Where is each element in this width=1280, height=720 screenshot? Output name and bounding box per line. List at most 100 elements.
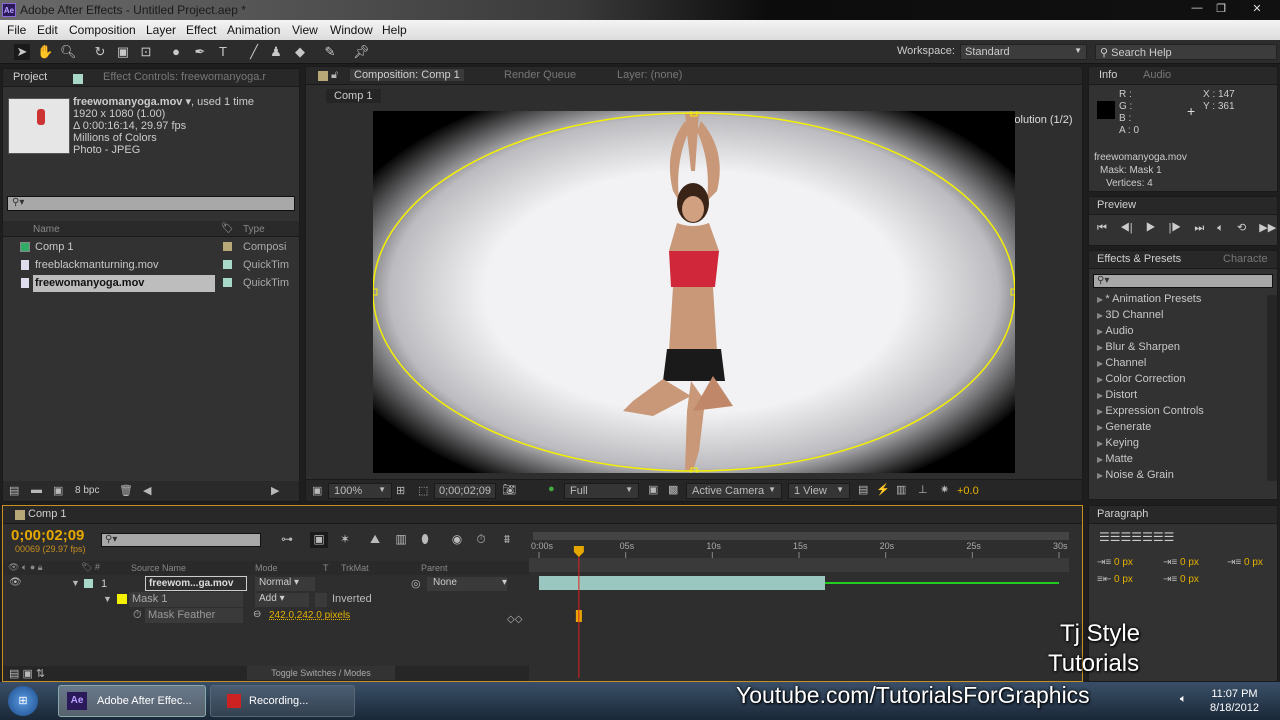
- puppet-pin-tool-icon[interactable]: 📌︎: [353, 44, 370, 60]
- timeline-search-input[interactable]: ⚲▾: [101, 533, 261, 547]
- start-button[interactable]: ⊞: [8, 686, 38, 716]
- effects-category[interactable]: Distort: [1097, 389, 1137, 401]
- always-preview-icon[interactable]: ▣: [312, 484, 322, 497]
- effects-category[interactable]: Expression Controls: [1097, 405, 1203, 417]
- tab-preview[interactable]: Preview: [1097, 199, 1136, 211]
- draft-3d-icon[interactable]: ▣: [310, 532, 328, 548]
- motion-blur-icon[interactable]: ▥: [392, 532, 410, 548]
- menu-animation[interactable]: Animation: [227, 23, 280, 37]
- timeline-graph[interactable]: 0:00s 05s 10s 15s 20s 25s 30s: [529, 528, 1077, 678]
- tab-project[interactable]: Project: [13, 71, 47, 83]
- selection-tool-icon[interactable]: ➤: [14, 44, 30, 60]
- interpret-footage-icon[interactable]: ▤: [9, 484, 19, 497]
- first-frame-icon[interactable]: ⏮: [1097, 222, 1107, 234]
- transparency-grid-icon[interactable]: ▩: [668, 483, 678, 496]
- effects-category[interactable]: * Animation Presets: [1097, 293, 1201, 305]
- magnification-dropdown[interactable]: 100% ▼: [328, 483, 392, 499]
- play-icon[interactable]: ▶: [1146, 222, 1156, 234]
- loop-icon[interactable]: ⟲: [1237, 222, 1246, 234]
- project-item-selected[interactable]: freewomanyoga.mov QuickTim: [3, 275, 299, 293]
- maximize-button[interactable]: ❐: [1210, 2, 1232, 16]
- taskbar-recording[interactable]: Recording...: [210, 685, 355, 717]
- tab-paragraph[interactable]: Paragraph: [1097, 508, 1148, 520]
- stopwatch-icon[interactable]: ⏱︎: [133, 609, 142, 622]
- clock-date[interactable]: 8/18/2012: [1210, 701, 1259, 715]
- align-right-icon[interactable]: ☰: [1121, 530, 1132, 544]
- layer-row[interactable]: 👁︎ ▼ 1 freewom...ga.mov Normal ▾ ◎ None …: [3, 576, 529, 592]
- column-name[interactable]: Name: [33, 224, 60, 235]
- keyframe-navigator-icon[interactable]: ◇◇: [507, 614, 522, 625]
- effects-category[interactable]: Generate: [1097, 421, 1151, 433]
- current-time-field[interactable]: 0;00;02;09: [434, 483, 496, 499]
- indent-first-line-value[interactable]: 0 px: [1180, 557, 1199, 568]
- toggle-switches-modes-button[interactable]: Toggle Switches / Modes: [247, 666, 395, 680]
- comp-viewer[interactable]: [373, 111, 1015, 473]
- volume-icon[interactable]: 🔈︎: [1180, 693, 1187, 706]
- brainstorm-icon[interactable]: ⬮: [416, 532, 434, 548]
- column-type[interactable]: Type: [243, 224, 265, 235]
- lock-icon[interactable]: 🔓︎: [331, 69, 338, 82]
- previous-frame-icon[interactable]: ◀|: [1120, 222, 1133, 234]
- view-layout-dropdown[interactable]: 1 View ▼: [788, 483, 850, 499]
- mask-name[interactable]: Mask 1: [129, 592, 243, 607]
- resolution-dropdown[interactable]: Full ▼: [564, 483, 639, 499]
- timeline-timecode[interactable]: 0;00;02;09: [11, 527, 84, 544]
- tab-effect-controls[interactable]: Effect Controls: freewomanyoga.r: [103, 71, 266, 83]
- project-item[interactable]: freeblackmanturning.mov QuickTim: [3, 257, 299, 275]
- frame-blending-icon[interactable]: ⛰: [366, 532, 384, 548]
- indent-right-value[interactable]: 0 px: [1244, 557, 1263, 568]
- scroll-right-icon[interactable]: ▶: [271, 484, 279, 497]
- parent-dropdown[interactable]: None ▾: [427, 577, 507, 591]
- minimize-button[interactable]: —: [1186, 2, 1208, 16]
- hand-tool-icon[interactable]: ✋: [37, 44, 53, 60]
- bit-depth-button[interactable]: 8 bpc: [75, 485, 99, 496]
- mask-mode-dropdown[interactable]: Add ▾: [255, 593, 309, 607]
- scrollbar[interactable]: [1267, 295, 1277, 481]
- mask-feather-row[interactable]: ⏱︎ Mask Feather ⊖ 242.0,242.0 pixels ◇◇: [3, 608, 529, 625]
- inverted-checkbox[interactable]: [315, 593, 327, 607]
- column-parent[interactable]: Parent: [421, 563, 448, 573]
- comp-breadcrumb[interactable]: Comp 1: [326, 89, 381, 103]
- auto-keyframe-icon[interactable]: ◉: [448, 532, 466, 548]
- mask-color-swatch[interactable]: [117, 594, 127, 604]
- rotate-tool-icon[interactable]: ↻: [92, 44, 108, 60]
- tab-info[interactable]: Info: [1099, 69, 1117, 81]
- trash-icon[interactable]: 🗑︎: [119, 484, 133, 497]
- title-action-safe-icon[interactable]: ⊞: [396, 484, 405, 497]
- column-mode[interactable]: Mode: [255, 563, 278, 573]
- effects-category[interactable]: Channel: [1097, 357, 1146, 369]
- taskbar-after-effects[interactable]: Ae Adobe After Effec...: [58, 685, 206, 717]
- effects-category[interactable]: Blur & Sharpen: [1097, 341, 1180, 353]
- mask-row[interactable]: ▼ Mask 1 Add ▾ Inverted: [3, 592, 529, 608]
- expand-icon[interactable]: ▼: [71, 578, 80, 588]
- mask-feather-value[interactable]: 242.0,242.0 pixels: [269, 610, 350, 621]
- stopwatch-icon[interactable]: ⏱︎: [472, 532, 490, 548]
- effects-category[interactable]: Matte: [1097, 453, 1133, 465]
- pickwhip-icon[interactable]: ◎: [411, 577, 421, 590]
- pixel-aspect-icon[interactable]: ▤: [858, 483, 868, 496]
- tab-audio[interactable]: Audio: [1143, 69, 1171, 81]
- hide-shy-icon[interactable]: ✶: [336, 532, 354, 548]
- effects-category[interactable]: 3D Channel: [1097, 309, 1163, 321]
- tab-render-queue[interactable]: Render Queue: [504, 69, 576, 81]
- comp-mini-flowchart-icon[interactable]: ⊶: [278, 532, 296, 548]
- menu-view[interactable]: View: [292, 23, 318, 37]
- region-of-interest-icon[interactable]: ▣: [648, 483, 658, 496]
- layer-name[interactable]: freewom...ga.mov: [145, 576, 247, 591]
- graph-editor-icon[interactable]: ⩩: [498, 532, 516, 548]
- space-before-value[interactable]: 0 px: [1114, 574, 1133, 585]
- snapshot-icon[interactable]: 📷︎: [502, 483, 516, 496]
- camera-tool-icon[interactable]: ▣: [115, 44, 131, 60]
- blend-mode-dropdown[interactable]: Normal ▾: [255, 577, 315, 591]
- close-button[interactable]: ✕: [1246, 2, 1268, 16]
- column-source-name[interactable]: Source Name: [131, 563, 186, 573]
- justify-all-icon[interactable]: ☰: [1164, 530, 1175, 544]
- tab-composition[interactable]: Composition: Comp 1: [350, 69, 464, 81]
- eye-icon[interactable]: 👁︎: [9, 577, 22, 588]
- effects-category[interactable]: Keying: [1097, 437, 1139, 449]
- project-item[interactable]: Comp 1 Composi: [3, 239, 299, 257]
- layer-switches-icon[interactable]: ▤ ▣ ⇅: [9, 667, 45, 680]
- menu-edit[interactable]: Edit: [37, 23, 58, 37]
- justify-last-left-icon[interactable]: ☰: [1131, 530, 1142, 544]
- label-tag-icon[interactable]: 🏷︎: [221, 223, 234, 234]
